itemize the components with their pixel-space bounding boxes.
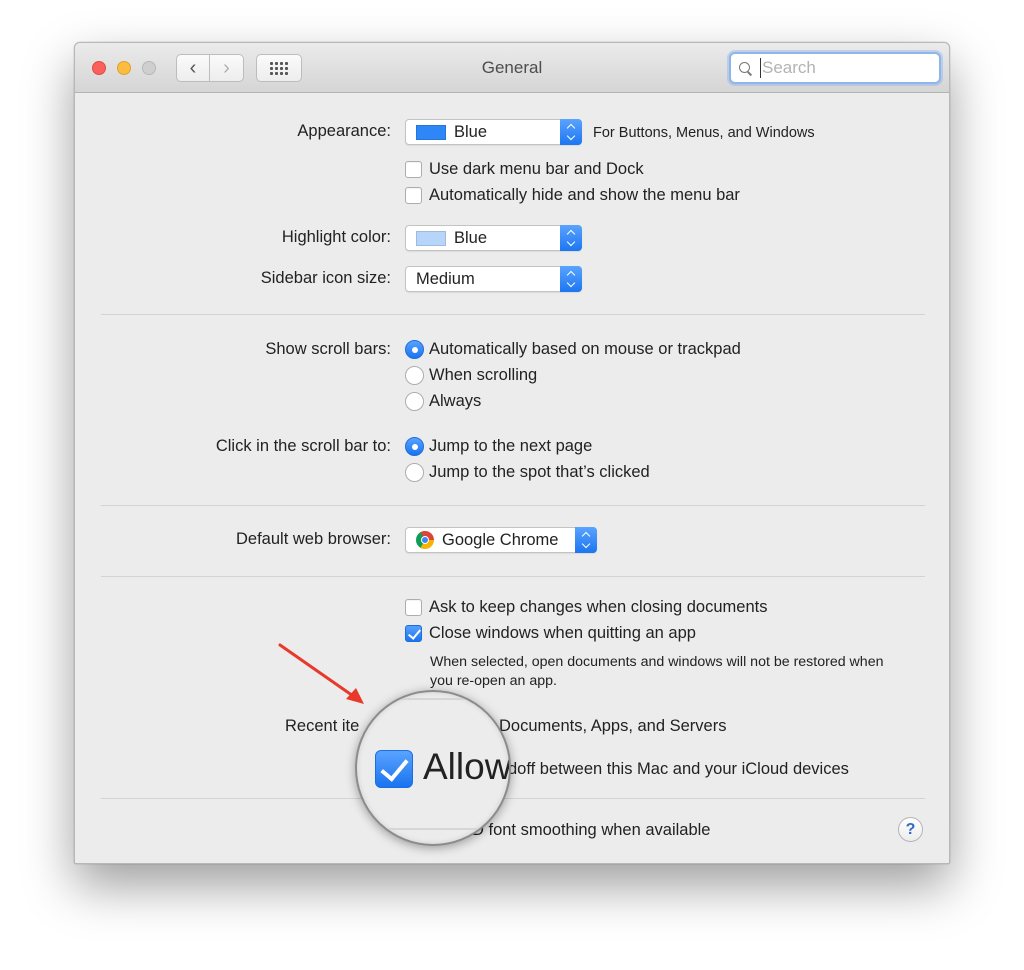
- popup-stepper-icon: [560, 119, 582, 145]
- magnifier-divider-top: [367, 698, 507, 700]
- handoff-row: doff between this Mac and your iCloud de…: [75, 757, 949, 783]
- sidebar-size-value: Medium: [416, 269, 475, 288]
- appearance-row: Appearance: Blue For Buttons, Menus, and…: [75, 119, 949, 145]
- popup-stepper-icon: [560, 266, 582, 292]
- dark-menu-label: Use dark menu bar and Dock: [429, 159, 644, 178]
- jump-spot-label: Jump to the spot that’s clicked: [429, 462, 650, 481]
- handoff-label: doff between this Mac and your iCloud de…: [508, 760, 849, 778]
- recent-items-row: Recent ite Documents, Apps, and Servers: [75, 714, 949, 740]
- close-windows-label: Close windows when quitting an app: [429, 623, 696, 642]
- highlight-row: Highlight color: Blue: [75, 225, 949, 251]
- browser-value: Google Chrome: [442, 530, 559, 549]
- appearance-value: Blue: [454, 122, 488, 141]
- magnifier-divider-bottom: [367, 828, 507, 830]
- section-divider: [101, 798, 925, 799]
- auto-hide-option[interactable]: Automatically hide and show the menu bar: [405, 184, 740, 206]
- help-button[interactable]: ?: [898, 817, 923, 842]
- scroll-when-scrolling-radio[interactable]: [405, 365, 424, 385]
- jump-spot-radio[interactable]: [405, 462, 424, 482]
- scroll-always-label: Always: [429, 391, 482, 410]
- annotation-arrow-icon: [278, 643, 364, 704]
- highlight-swatch: [416, 230, 446, 246]
- scroll-auto-label: Automatically based on mouse or trackpad: [429, 339, 741, 358]
- highlight-value: Blue: [454, 228, 488, 247]
- popup-stepper-icon: [575, 527, 597, 553]
- section-divider: [101, 314, 925, 315]
- recent-items-value: Documents, Apps, and Servers: [499, 717, 727, 735]
- dark-menu-option[interactable]: Use dark menu bar and Dock: [405, 158, 644, 180]
- preferences-window: ‹ › General Appearance: Blue For Buttons…: [74, 42, 950, 864]
- ask-keep-option[interactable]: Ask to keep changes when closing documen…: [405, 596, 767, 618]
- title-bar: ‹ › General: [75, 43, 949, 93]
- sidebar-size-row: Sidebar icon size: Medium: [75, 266, 949, 292]
- font-smoothing-row: D font smoothing when available: [75, 818, 949, 844]
- ask-keep-checkbox[interactable]: [405, 598, 422, 616]
- jump-next-page-label: Jump to the next page: [429, 436, 593, 455]
- help-icon: ?: [905, 820, 916, 838]
- section-divider: [101, 576, 925, 577]
- scroll-always-option[interactable]: Always: [405, 390, 481, 412]
- font-smoothing-label: D font smoothing when available: [472, 821, 711, 839]
- search-field[interactable]: [729, 52, 941, 84]
- appearance-swatch: [416, 124, 446, 140]
- close-windows-option[interactable]: Close windows when quitting an app: [405, 622, 696, 644]
- recent-items-label: Recent ite: [285, 717, 360, 735]
- browser-row: Default web browser: Google Chrome: [75, 527, 949, 553]
- popup-stepper-icon: [560, 225, 582, 251]
- scroll-click-label: Click in the scroll bar to:: [215, 437, 391, 455]
- dark-menu-checkbox[interactable]: [405, 160, 422, 178]
- scroll-auto-radio[interactable]: [405, 339, 424, 359]
- sidebar-size-label: Sidebar icon size:: [260, 269, 391, 287]
- close-windows-help-text: When selected, open documents and window…: [430, 654, 884, 689]
- sidebar-size-popup[interactable]: Medium: [405, 266, 582, 292]
- highlight-label: Highlight color:: [281, 228, 391, 246]
- search-icon: [739, 61, 752, 75]
- highlight-popup[interactable]: Blue: [405, 225, 582, 251]
- search-input[interactable]: [760, 58, 930, 78]
- section-divider: [101, 505, 925, 506]
- jump-next-page-radio[interactable]: [405, 436, 424, 456]
- appearance-popup[interactable]: Blue: [405, 119, 582, 145]
- jump-next-page-option[interactable]: Jump to the next page: [405, 435, 592, 457]
- scroll-bars-label: Show scroll bars:: [265, 340, 391, 358]
- scroll-when-scrolling-option[interactable]: When scrolling: [405, 364, 537, 386]
- appearance-label: Appearance:: [297, 122, 391, 140]
- browser-label: Default web browser:: [236, 530, 391, 548]
- browser-popup[interactable]: Google Chrome: [405, 527, 597, 553]
- auto-hide-label: Automatically hide and show the menu bar: [429, 185, 740, 204]
- chrome-icon: [416, 531, 434, 549]
- ask-keep-label: Ask to keep changes when closing documen…: [429, 597, 768, 616]
- jump-spot-option[interactable]: Jump to the spot that’s clicked: [405, 461, 650, 483]
- scroll-when-scrolling-label: When scrolling: [429, 365, 538, 384]
- magnifier-callout: Allow: [355, 690, 511, 846]
- scroll-auto-option[interactable]: Automatically based on mouse or trackpad: [405, 338, 741, 360]
- appearance-note: For Buttons, Menus, and Windows: [593, 125, 815, 141]
- handoff-checkbox-magnified[interactable]: [375, 750, 413, 788]
- magnifier-text: Allow: [423, 746, 511, 787]
- close-windows-checkbox[interactable]: [405, 624, 422, 642]
- scroll-always-radio[interactable]: [405, 391, 424, 411]
- auto-hide-checkbox[interactable]: [405, 186, 422, 204]
